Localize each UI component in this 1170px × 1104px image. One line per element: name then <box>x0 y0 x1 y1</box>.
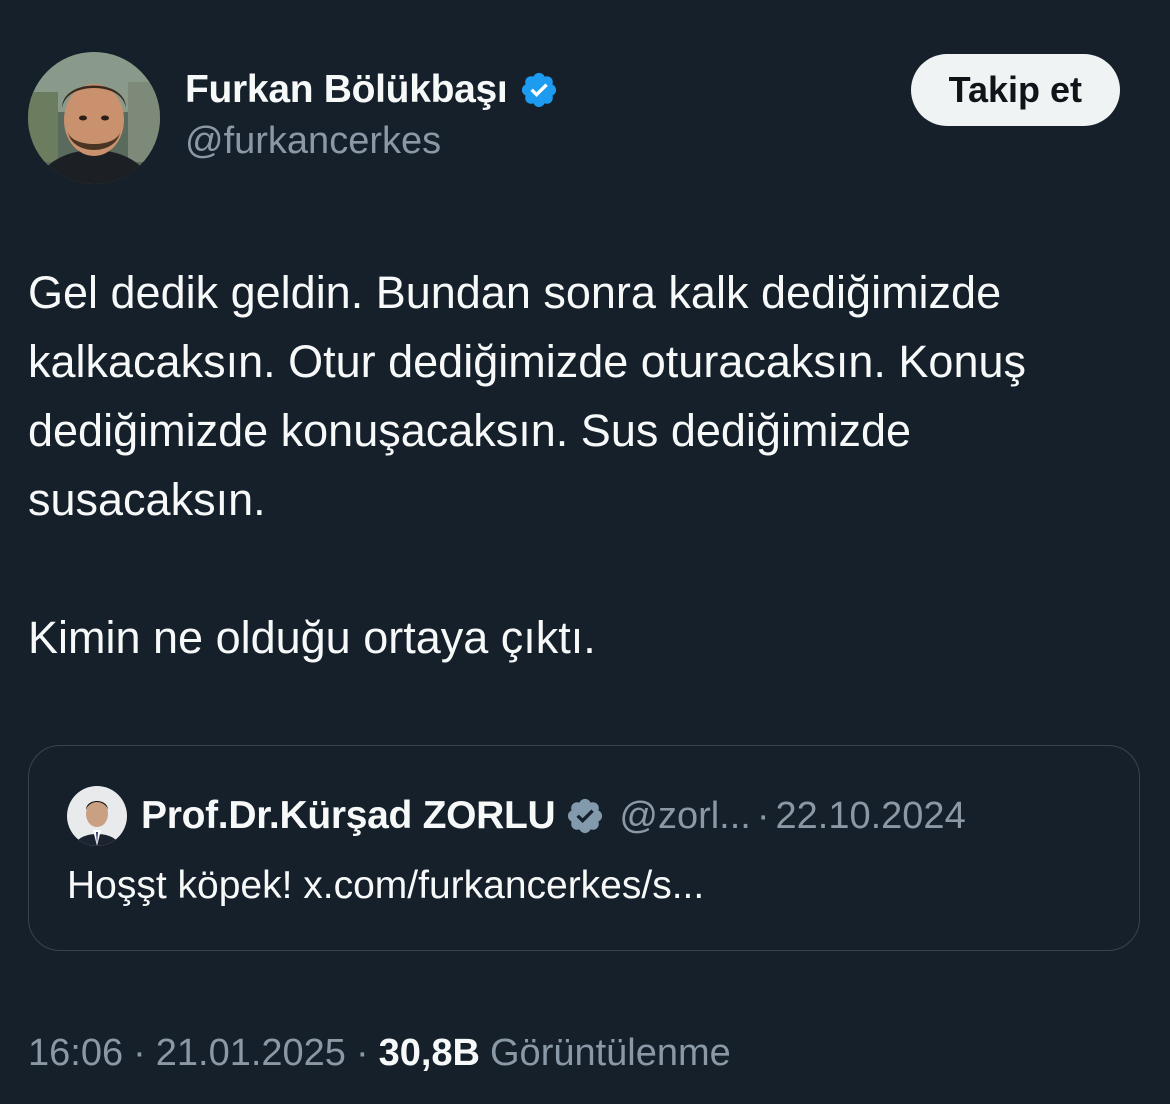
dot-separator: · <box>133 1031 146 1074</box>
tweet-date[interactable]: 21.01.2025 <box>156 1032 346 1075</box>
views-count[interactable]: 30,8B <box>379 1032 480 1075</box>
quoted-tweet-header: Prof.Dr.Kürşad ZORLU @zorl... · 22.10.20… <box>67 786 966 846</box>
views-label: Görüntülenme <box>490 1031 731 1074</box>
quoted-tweet-card[interactable]: Prof.Dr.Kürşad ZORLU @zorl... · 22.10.20… <box>28 745 1140 951</box>
author-avatar[interactable] <box>28 52 160 184</box>
tweet-header: Furkan Bölükbaşı @furkancerkes Takip et <box>28 52 1120 184</box>
quoted-author-name[interactable]: Prof.Dr.Kürşad ZORLU <box>141 794 556 838</box>
gray-verified-icon[interactable] <box>565 796 605 836</box>
follow-button[interactable]: Takip et <box>910 54 1120 126</box>
quoted-tweet-text: Hoşşt köpek! x.com/furkancerkes/s... <box>67 864 705 907</box>
blue-verified-icon[interactable] <box>519 70 559 110</box>
tweet-paragraph: Gel dedik geldin. Bundan sonra kalk dedi… <box>28 267 1026 525</box>
user-photo-avatar <box>67 786 127 846</box>
author-name-row: Furkan Bölükbaşı <box>185 66 559 114</box>
tweet-time[interactable]: 16:06 <box>28 1032 123 1075</box>
dot-separator: · <box>756 794 770 837</box>
quoted-tweet-date[interactable]: 22.10.2024 <box>776 795 966 838</box>
author-name-block: Furkan Bölükbaşı @furkancerkes <box>185 66 559 163</box>
dot-separator: · <box>355 1031 369 1074</box>
tweet-body: Gel dedik geldin. Bundan sonra kalk dedi… <box>28 258 1142 672</box>
quoted-author-avatar[interactable] <box>67 786 127 846</box>
author-handle[interactable]: @furkancerkes <box>185 120 559 163</box>
tweet-paragraph: Kimin ne olduğu ortaya çıktı. <box>28 612 596 663</box>
user-photo-avatar <box>28 52 160 184</box>
tweet-metadata: 16:06 · 21.01.2025 · 30,8B Görüntülenme <box>28 1028 731 1078</box>
author-display-name[interactable]: Furkan Bölükbaşı <box>185 68 508 112</box>
quoted-author-handle[interactable]: @zorl... <box>619 795 750 838</box>
